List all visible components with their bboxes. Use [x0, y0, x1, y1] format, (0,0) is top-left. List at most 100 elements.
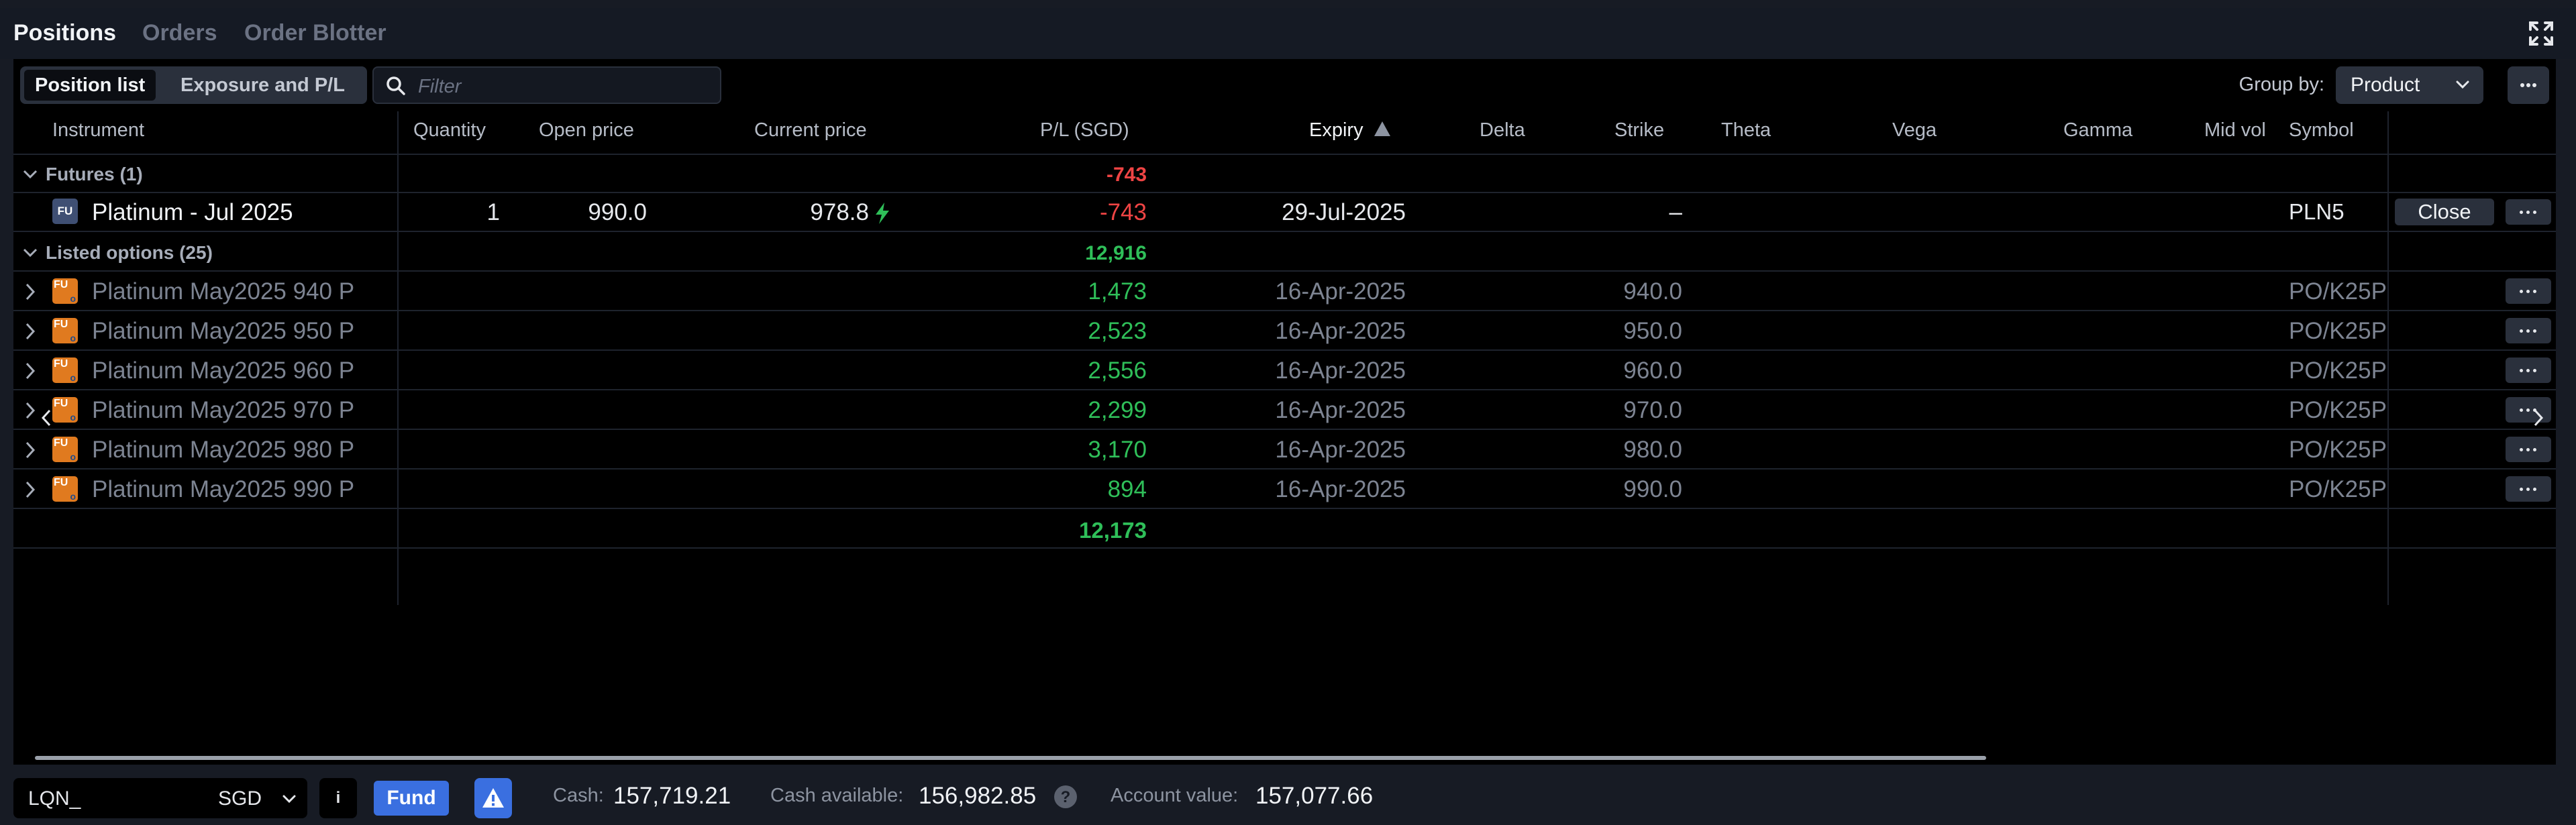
- close-position-button[interactable]: Close: [2395, 199, 2494, 225]
- account-select[interactable]: LQN_ SGD: [13, 778, 307, 818]
- chevron-right-icon[interactable]: [23, 321, 38, 341]
- expiry-value: 16-Apr-2025: [1275, 476, 1406, 502]
- col-theta[interactable]: Theta: [1721, 119, 1771, 142]
- row-more-button[interactable]: [2506, 199, 2551, 225]
- chevron-down-icon: [282, 795, 296, 804]
- option-type-icon: FU o: [52, 358, 78, 383]
- fullscreen-icon[interactable]: [2528, 20, 2555, 47]
- futures-type-icon: FU: [52, 199, 78, 224]
- group-pl-options: 12,916: [1085, 242, 1147, 264]
- option-type-icon: FU o: [52, 318, 78, 343]
- group-row-options[interactable]: Listed options (25) 12,916: [13, 233, 2556, 272]
- symbol-value: PO/K25P: [2289, 318, 2387, 344]
- chevron-right-icon[interactable]: [23, 361, 38, 381]
- search-icon: [387, 76, 405, 95]
- pl-value: -743: [1099, 199, 1147, 225]
- col-open-price[interactable]: Open price: [539, 119, 634, 142]
- strike-value: 950.0: [1623, 318, 1682, 344]
- symbol-value: PO/K25P: [2289, 358, 2387, 384]
- pl-value: 894: [1107, 476, 1147, 502]
- group-pl-futures: -743: [1106, 164, 1147, 186]
- pl-value: 2,299: [1088, 397, 1147, 423]
- expiry-value: 16-Apr-2025: [1275, 318, 1406, 344]
- row-more-button[interactable]: [2506, 358, 2551, 383]
- filter-input[interactable]: [417, 73, 708, 100]
- account-value-value: 157,077.66: [1255, 783, 1374, 809]
- table-row[interactable]: FU o Platinum May2025 980 P 3,170 16-Apr-…: [13, 431, 2556, 470]
- col-gamma[interactable]: Gamma: [2063, 119, 2132, 142]
- row-more-button[interactable]: [2506, 278, 2551, 304]
- col-quantity[interactable]: Quantity: [413, 119, 486, 142]
- option-type-icon: FU o: [52, 278, 78, 304]
- col-current-price[interactable]: Current price: [754, 119, 867, 142]
- col-mid-vol[interactable]: Mid vol: [2204, 119, 2266, 142]
- positions-panel: Position list Exposure and P/L Group by:…: [13, 59, 2556, 765]
- scroll-left-icon[interactable]: [39, 408, 54, 428]
- scroll-right-icon[interactable]: [2531, 408, 2546, 428]
- panel-more-button[interactable]: [2508, 66, 2549, 104]
- tab-positions[interactable]: Positions: [13, 20, 116, 46]
- table-row[interactable]: FU o Platinum May2025 970 P 2,299 16-Apr-…: [13, 391, 2556, 430]
- tab-order-blotter[interactable]: Order Blotter: [244, 20, 387, 46]
- cash-value: 157,719.21: [613, 783, 731, 809]
- col-pl[interactable]: P/L (SGD): [1040, 119, 1129, 142]
- table-row[interactable]: FU o Platinum May2025 960 P 2,556 16-Apr-…: [13, 351, 2556, 390]
- expiry-value: 16-Apr-2025: [1275, 397, 1406, 423]
- sort-ascending-icon: [1374, 121, 1390, 136]
- strike-value: 980.0: [1623, 437, 1682, 463]
- instrument-name: Platinum May2025 990 P: [92, 476, 355, 502]
- tab-orders[interactable]: Orders: [142, 20, 217, 46]
- position-list-tab[interactable]: Position list: [24, 70, 156, 101]
- table-row[interactable]: FU Platinum - Jul 2025 1 990.0 978.8 -74…: [13, 193, 2556, 232]
- table-row[interactable]: FU o Platinum May2025 950 P 2,523 16-Apr-…: [13, 312, 2556, 351]
- group-label-options: Listed options (25): [46, 242, 213, 263]
- account-info-button[interactable]: i: [319, 778, 357, 818]
- col-delta[interactable]: Delta: [1480, 119, 1525, 142]
- view-toggle: Position list Exposure and P/L: [20, 66, 367, 104]
- instrument-name: Platinum May2025 950 P: [92, 318, 355, 344]
- expiry-value: 29-Jul-2025: [1282, 199, 1406, 225]
- cash-available-value: 156,982.85: [919, 783, 1037, 809]
- row-more-button[interactable]: [2506, 476, 2551, 502]
- chevron-down-icon[interactable]: [21, 165, 39, 182]
- group-by-select[interactable]: Product: [2336, 66, 2483, 104]
- pl-value: 2,556: [1088, 358, 1147, 384]
- symbol-value: PO/K25P: [2289, 397, 2387, 423]
- col-instrument[interactable]: Instrument: [52, 119, 144, 142]
- help-icon[interactable]: ?: [1053, 785, 1078, 809]
- chevron-down-icon: [2456, 80, 2469, 89]
- chevron-right-icon[interactable]: [23, 282, 38, 302]
- symbol-value: PLN5: [2289, 199, 2345, 224]
- expiry-value: 16-Apr-2025: [1275, 278, 1406, 305]
- col-vega[interactable]: Vega: [1892, 119, 1937, 142]
- col-symbol[interactable]: Symbol: [2289, 119, 2354, 142]
- strike-value: 970.0: [1623, 397, 1682, 423]
- group-row-futures[interactable]: Futures (1) -743: [13, 154, 2556, 193]
- horizontal-scrollbar[interactable]: [35, 756, 1986, 760]
- row-more-button[interactable]: [2506, 437, 2551, 462]
- total-pl: 12,173: [1079, 518, 1147, 543]
- table-row[interactable]: FU o Platinum May2025 990 P 894 16-Apr-20…: [13, 470, 2556, 509]
- strike-value: –: [1669, 199, 1682, 225]
- option-type-icon: FU o: [52, 397, 78, 423]
- chevron-right-icon[interactable]: [23, 480, 38, 500]
- chevron-down-icon[interactable]: [21, 243, 39, 261]
- account-value-label: Account value:: [1111, 785, 1239, 806]
- fund-button[interactable]: Fund: [374, 781, 449, 816]
- chevron-right-icon[interactable]: [23, 400, 38, 421]
- exposure-pl-tab[interactable]: Exposure and P/L: [170, 70, 356, 101]
- col-expiry-label: Expiry: [1309, 119, 1363, 141]
- col-strike[interactable]: Strike: [1614, 119, 1664, 142]
- totals-row: 12,173: [13, 510, 2556, 549]
- symbol-value: PO/K25P: [2289, 437, 2387, 463]
- group-by-label: Group by:: [2238, 74, 2324, 95]
- strike-value: 940.0: [1623, 278, 1682, 305]
- chevron-right-icon[interactable]: [23, 440, 38, 460]
- col-expiry[interactable]: Expiry: [1309, 119, 1392, 142]
- pl-value: 3,170: [1088, 437, 1147, 463]
- pl-value: 1,473: [1088, 278, 1147, 305]
- row-more-button[interactable]: [2506, 318, 2551, 343]
- warning-button[interactable]: [474, 778, 512, 818]
- table-row[interactable]: FU o Platinum May2025 940 P 1,473 16-Apr-…: [13, 272, 2556, 311]
- symbol-value: PO/K25P: [2289, 476, 2387, 502]
